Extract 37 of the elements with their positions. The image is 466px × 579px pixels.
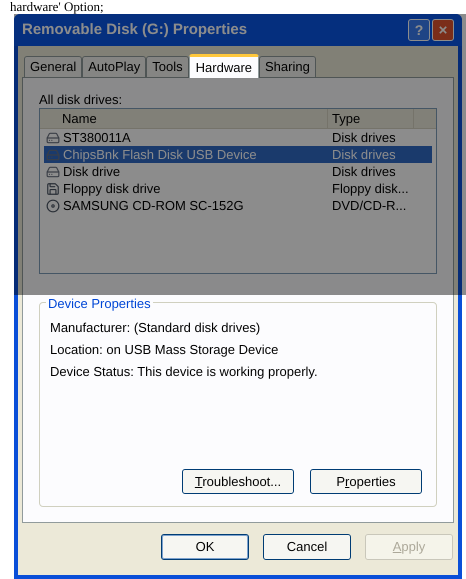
tab[interactable]: Hardware (188, 54, 260, 78)
column-header[interactable]: Type (328, 109, 414, 128)
action-button[interactable]: Troubleshoot... (182, 469, 294, 494)
action-button[interactable]: Properties (310, 469, 422, 494)
drive-name: ChipsBnk Flash Disk USB Device (63, 146, 257, 164)
property-line: Location: on USB Mass Storage Device (50, 341, 280, 359)
property-line: Manufacturer: (Standard disk drives) (50, 319, 262, 337)
drive-name: Disk drive (63, 162, 120, 181)
drive-type: Disk drives (331, 128, 396, 147)
drive-type: Disk drives (331, 162, 396, 181)
drive-type: DVD/CD-R... (331, 196, 406, 215)
tab[interactable]: AutoPlay (82, 56, 146, 77)
caption-text: hardware' Option; (9, 0, 104, 14)
column-header[interactable]: Name (40, 109, 328, 128)
drive-name: SAMSUNG CD-ROM SC-152G (63, 196, 244, 215)
drive-name: Floppy disk drive (63, 180, 161, 198)
disc-icon (46, 198, 60, 212)
tab[interactable]: Sharing (259, 56, 316, 77)
drive-row[interactable]: SAMSUNG CD-ROM SC-152G DVD/CD-R... (44, 197, 432, 214)
drives-label: All disk drives: (39, 91, 124, 108)
hard-drive-icon (46, 148, 60, 162)
property-line: Device Status: This device is working properly. (50, 363, 319, 381)
drive-type: Floppy disk... (331, 180, 409, 198)
drive-row[interactable]: Disk drive Disk drives (44, 163, 432, 180)
hard-drive-icon (46, 164, 60, 178)
drive-type: Disk drives (331, 146, 396, 164)
tab[interactable]: General (24, 56, 82, 77)
floppy-icon (46, 182, 60, 196)
window-title: Removable Disk (G:) Properties (22, 20, 248, 40)
dialog-button[interactable]: OK (161, 534, 249, 560)
hard-drive-icon (46, 130, 60, 144)
drive-name: ST380011A (63, 128, 131, 147)
drive-row[interactable]: ChipsBnk Flash Disk USB Device Disk drives (44, 146, 432, 163)
dialog-button[interactable]: Cancel (263, 534, 351, 560)
drive-row[interactable]: Floppy disk drive Floppy disk... (44, 180, 432, 197)
drive-row[interactable]: ST380011A Disk drives (44, 129, 432, 146)
tab[interactable]: Tools (146, 56, 189, 77)
